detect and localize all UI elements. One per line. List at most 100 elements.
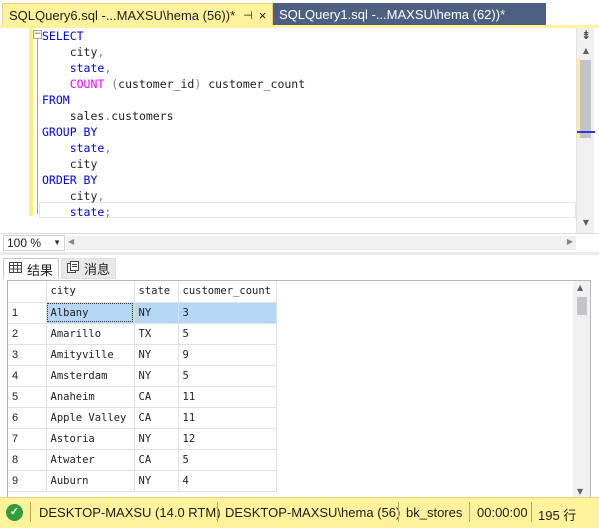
table-row[interactable]: 8 Atwater CA 5 bbox=[8, 449, 277, 471]
editor-vertical-scrollbar[interactable]: ⇟ ▲ ▼ bbox=[576, 28, 595, 233]
tab-results[interactable]: 结果 bbox=[3, 258, 60, 279]
column-header[interactable]: state bbox=[134, 281, 179, 303]
table-cell[interactable]: 3 bbox=[178, 302, 277, 324]
scroll-up-icon[interactable]: ▲ bbox=[578, 46, 594, 58]
code-line[interactable]: city, bbox=[42, 44, 305, 60]
scrollbar-caret-marker bbox=[577, 131, 595, 133]
row-number-cell[interactable]: 9 bbox=[8, 470, 47, 492]
tab-sqlquery6[interactable]: SQLQuery6.sql -...MAXSU\hema (56))* ⊣ × bbox=[2, 3, 273, 26]
table-cell[interactable]: CA bbox=[134, 407, 179, 429]
code-token: state bbox=[42, 141, 105, 155]
scroll-down-icon[interactable]: ▼ bbox=[577, 487, 583, 496]
table-row[interactable]: 2 Amarillo TX 5 bbox=[8, 323, 277, 345]
status-user: DESKTOP-MAXSU\hema (56) bbox=[225, 505, 401, 520]
status-elapsed: 00:00:00 bbox=[477, 505, 528, 520]
row-number-cell[interactable]: 3 bbox=[8, 344, 47, 366]
table-row[interactable]: 9 Auburn NY 4 bbox=[8, 470, 277, 492]
table-cell[interactable]: 11 bbox=[178, 407, 277, 429]
results-grid[interactable]: city state customer_count 1 Albany NY 3 2 Ama… bbox=[7, 280, 591, 500]
table-cell[interactable]: 4 bbox=[178, 470, 277, 492]
success-check-icon: ✓ bbox=[6, 504, 23, 521]
tab-sqlquery1[interactable]: SQLQuery1.sql -...MAXSU\hema (62))* bbox=[273, 3, 546, 26]
table-cell[interactable]: Anaheim bbox=[46, 386, 135, 408]
code-token: , bbox=[97, 189, 105, 203]
scroll-down-icon[interactable]: ▼ bbox=[578, 218, 594, 230]
scrollbar-thumb[interactable] bbox=[577, 297, 587, 315]
table-cell[interactable]: TX bbox=[134, 323, 179, 345]
collapse-icon[interactable]: − bbox=[33, 30, 42, 39]
document-tab-strip: SQLQuery6.sql -...MAXSU\hema (56))* ⊣ × … bbox=[0, 0, 599, 28]
code-line[interactable]: city, bbox=[42, 188, 305, 204]
table-cell[interactable]: NY bbox=[134, 470, 179, 492]
code-token: GROUP BY bbox=[42, 125, 98, 139]
row-number-cell[interactable]: 6 bbox=[8, 407, 47, 429]
table-cell[interactable]: 5 bbox=[178, 365, 277, 387]
table-cell[interactable]: Albany bbox=[46, 302, 135, 324]
row-number-cell[interactable]: 7 bbox=[8, 428, 47, 450]
scroll-up-icon[interactable]: ▲ bbox=[577, 283, 583, 292]
code-line[interactable]: SELECT bbox=[42, 28, 305, 44]
tab-title: SQLQuery6.sql -...MAXSU\hema (56))* bbox=[9, 7, 236, 23]
close-icon[interactable]: × bbox=[259, 8, 267, 23]
row-number-header[interactable] bbox=[8, 281, 47, 303]
code-line[interactable]: state, bbox=[42, 140, 305, 156]
results-vertical-scrollbar[interactable]: ▲ ▼ bbox=[573, 281, 590, 499]
table-row[interactable]: 3 Amityville NY 9 bbox=[8, 344, 277, 366]
tab-messages[interactable]: 消息 bbox=[61, 258, 117, 279]
table-cell[interactable]: Astoria bbox=[46, 428, 135, 450]
row-number-cell[interactable]: 4 bbox=[8, 365, 47, 387]
code-token: state bbox=[42, 61, 105, 75]
table-row[interactable]: 6 Apple Valley CA 11 bbox=[8, 407, 277, 429]
row-number-cell[interactable]: 1 bbox=[8, 302, 47, 324]
row-number-cell[interactable]: 5 bbox=[8, 386, 47, 408]
column-header[interactable]: customer_count bbox=[178, 281, 277, 303]
scrollbar-thumb[interactable] bbox=[580, 60, 591, 138]
code-line[interactable]: sales.customers bbox=[42, 108, 305, 124]
status-rows: 195 行 bbox=[538, 508, 577, 523]
row-number-cell[interactable]: 2 bbox=[8, 323, 47, 345]
table-row[interactable]: 4 Amsterdam NY 5 bbox=[8, 365, 277, 387]
chevron-down-icon[interactable]: ▼ bbox=[53, 236, 61, 250]
table-cell[interactable]: 12 bbox=[178, 428, 277, 450]
table-cell[interactable]: CA bbox=[134, 386, 179, 408]
table-cell[interactable]: Amityville bbox=[46, 344, 135, 366]
sql-code[interactable]: SELECT city, state, COUNT (customer_id) … bbox=[42, 28, 305, 220]
zoom-select[interactable]: 100 % ▼ bbox=[3, 235, 65, 251]
code-token: sales bbox=[42, 109, 105, 123]
split-window-icon[interactable]: ⇟ bbox=[578, 28, 594, 44]
zoom-value: 100 % bbox=[7, 236, 42, 250]
code-line[interactable]: city bbox=[42, 156, 305, 172]
table-cell[interactable]: 5 bbox=[178, 323, 277, 345]
table-cell[interactable]: Atwater bbox=[46, 449, 135, 471]
grid-icon bbox=[9, 262, 22, 276]
table-cell[interactable]: 11 bbox=[178, 386, 277, 408]
table-cell[interactable]: NY bbox=[134, 428, 179, 450]
table-cell[interactable]: Amsterdam bbox=[46, 365, 135, 387]
code-line[interactable]: state, bbox=[42, 60, 305, 76]
table-cell[interactable]: NY bbox=[134, 302, 179, 324]
sql-editor[interactable]: − SELECT city, state, COUNT (customer_id… bbox=[0, 28, 599, 233]
scroll-left-icon[interactable]: ◀ bbox=[68, 237, 74, 246]
table-row[interactable]: 5 Anaheim CA 11 bbox=[8, 386, 277, 408]
table-cell[interactable]: CA bbox=[134, 449, 179, 471]
pin-icon[interactable]: ⊣ bbox=[243, 9, 253, 22]
scroll-right-icon[interactable]: ▶ bbox=[567, 237, 573, 246]
code-line[interactable]: COUNT (customer_id) customer_count bbox=[42, 76, 305, 92]
table-row[interactable]: 7 Astoria NY 12 bbox=[8, 428, 277, 450]
column-header[interactable]: city bbox=[46, 281, 135, 303]
code-line[interactable]: ORDER BY bbox=[42, 172, 305, 188]
editor-horizontal-scrollbar[interactable]: ◀ ▶ bbox=[66, 236, 576, 250]
code-line[interactable]: state; bbox=[42, 204, 305, 220]
table-cell[interactable]: Auburn bbox=[46, 470, 135, 492]
table-cell[interactable]: 9 bbox=[178, 344, 277, 366]
code-line[interactable]: GROUP BY bbox=[42, 124, 305, 140]
table-cell[interactable]: NY bbox=[134, 365, 179, 387]
row-number-cell[interactable]: 8 bbox=[8, 449, 47, 471]
table-row[interactable]: 1 Albany NY 3 bbox=[8, 302, 277, 324]
code-token: , bbox=[104, 61, 112, 75]
table-cell[interactable]: Apple Valley bbox=[46, 407, 135, 429]
table-cell[interactable]: 5 bbox=[178, 449, 277, 471]
table-cell[interactable]: NY bbox=[134, 344, 179, 366]
table-cell[interactable]: Amarillo bbox=[46, 323, 135, 345]
code-line[interactable]: FROM bbox=[42, 92, 305, 108]
